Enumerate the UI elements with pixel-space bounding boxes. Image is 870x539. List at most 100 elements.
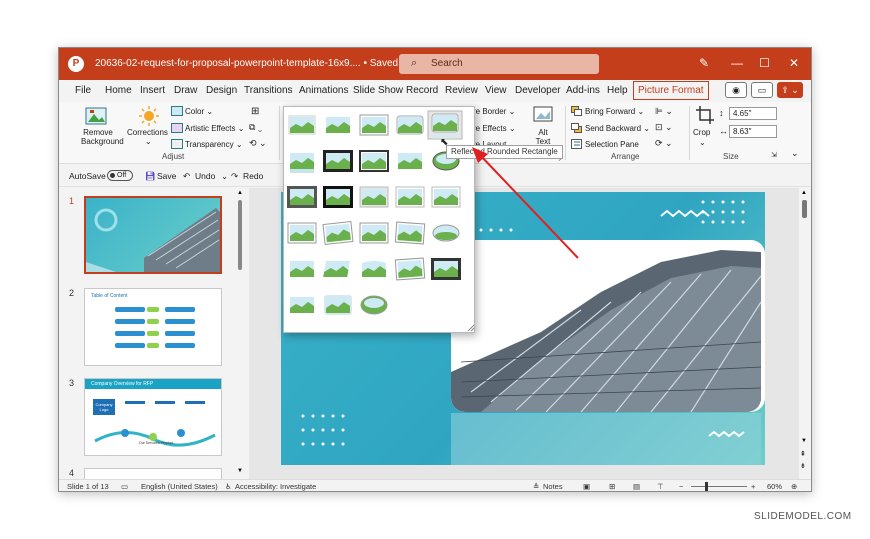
selection-pane-button[interactable]: Selection Pane bbox=[585, 140, 639, 149]
transparency-button[interactable]: Transparency ⌄ bbox=[185, 140, 243, 149]
collapse-ribbon-icon[interactable]: ⌄ bbox=[791, 148, 799, 159]
corrections-button[interactable]: Corrections bbox=[127, 128, 168, 137]
slide-3-product-label: Our Services/ Product bbox=[139, 441, 174, 445]
panel-scroll-thumb[interactable] bbox=[238, 200, 242, 270]
minimize-button[interactable]: — bbox=[731, 56, 743, 70]
fit-to-window-icon[interactable]: ⊕ bbox=[791, 482, 797, 491]
slide-sorter-icon[interactable]: ⊞ bbox=[609, 482, 615, 491]
next-slide-icon[interactable]: ⇟ bbox=[800, 462, 806, 470]
share-button[interactable]: ⇪ ⌄ bbox=[777, 82, 803, 98]
pen-icon[interactable]: ✎ bbox=[699, 56, 709, 70]
maximize-button[interactable]: ☐ bbox=[759, 56, 770, 70]
tab-transitions[interactable]: Transitions bbox=[244, 85, 293, 96]
redo-button[interactable]: Redo bbox=[243, 171, 263, 181]
width-icon: ↔ bbox=[719, 126, 728, 136]
alt-text-icon bbox=[533, 106, 553, 122]
normal-view-icon[interactable]: ▣ bbox=[583, 482, 590, 491]
panel-scrollbar[interactable]: ▲ ▼ bbox=[236, 188, 244, 480]
autosave-toggle[interactable]: Off bbox=[107, 170, 133, 182]
picture-effects-button[interactable]: re Effects ⌄ bbox=[473, 124, 516, 133]
align-icon[interactable]: ⊫ ⌄ bbox=[655, 106, 673, 117]
slide-scroll-up-icon[interactable]: ▲ bbox=[801, 190, 807, 196]
slide-thumbnail-2[interactable]: Table of Content bbox=[84, 288, 222, 366]
language-status[interactable]: English (United States) bbox=[141, 482, 218, 491]
transparency-icon bbox=[171, 139, 183, 149]
slide-2-title: Table of Content bbox=[91, 293, 128, 299]
slide-scroll-down-icon[interactable]: ▼ bbox=[801, 438, 807, 444]
ribbon-separator bbox=[689, 106, 690, 160]
zoom-slider[interactable] bbox=[691, 486, 747, 487]
remove-background-button[interactable]: Remove Background bbox=[81, 128, 124, 146]
reading-view-icon[interactable]: ▤ bbox=[633, 482, 640, 491]
style-reflected-rounded-rectangle[interactable] bbox=[428, 111, 462, 139]
tab-file[interactable]: File bbox=[75, 85, 91, 96]
compress-pictures-icon[interactable]: ⊞ bbox=[251, 106, 259, 117]
change-picture-icon[interactable]: ⧉ ⌄ bbox=[249, 122, 262, 133]
reset-picture-icon[interactable]: ⟲ ⌄ bbox=[249, 138, 267, 149]
corrections-icon bbox=[139, 106, 159, 126]
slideshow-icon[interactable]: ⊤ bbox=[657, 482, 664, 491]
crop-button[interactable]: Crop bbox=[693, 128, 710, 137]
close-button[interactable]: ✕ bbox=[789, 56, 799, 70]
notes-button[interactable]: Notes bbox=[543, 482, 563, 491]
slide-scroll-thumb[interactable] bbox=[802, 200, 807, 218]
undo-dropdown-icon[interactable]: ⌄ bbox=[221, 171, 228, 182]
tab-design[interactable]: Design bbox=[206, 85, 237, 96]
scroll-up-icon[interactable]: ▲ bbox=[237, 190, 243, 196]
tab-home[interactable]: Home bbox=[105, 85, 132, 96]
tab-help[interactable]: Help bbox=[607, 85, 628, 96]
previous-slide-icon[interactable]: ⇞ bbox=[800, 450, 806, 458]
ribbon-tabs: File Home Insert Draw Design Transitions… bbox=[59, 80, 811, 102]
color-button[interactable]: Color ⌄ bbox=[185, 107, 213, 116]
ribbon-separator bbox=[279, 106, 280, 160]
tab-add-ins[interactable]: Add-ins bbox=[566, 85, 600, 96]
status-bar: Slide 1 of 13 ▭ English (United States) … bbox=[59, 479, 811, 491]
bring-forward-button[interactable]: Bring Forward ⌄ bbox=[585, 107, 644, 116]
send-backward-button[interactable]: Send Backward ⌄ bbox=[585, 124, 650, 133]
slide-1-preview bbox=[86, 208, 220, 272]
tab-developer[interactable]: Developer bbox=[515, 85, 561, 96]
tab-animations[interactable]: Animations bbox=[299, 85, 348, 96]
crop-dropdown-icon[interactable]: ⌄ bbox=[699, 138, 706, 147]
rotate-icon[interactable]: ⟳ ⌄ bbox=[655, 138, 673, 149]
save-button[interactable]: Save bbox=[157, 171, 176, 181]
size-dialog-launcher-icon[interactable]: ⇲ bbox=[771, 151, 777, 159]
slide-thumbnail-1[interactable] bbox=[84, 196, 222, 274]
tab-view[interactable]: View bbox=[485, 85, 507, 96]
tab-slide-show[interactable]: Slide Show bbox=[353, 85, 403, 96]
zoom-slider-thumb[interactable] bbox=[705, 482, 708, 491]
corrections-dropdown-icon[interactable]: ⌄ bbox=[145, 137, 152, 146]
record-icon[interactable]: ◉ bbox=[725, 82, 747, 98]
spelling-icon[interactable]: ▭ bbox=[121, 482, 128, 491]
tab-insert[interactable]: Insert bbox=[140, 85, 165, 96]
alt-text-button[interactable]: Alt Text bbox=[535, 128, 551, 146]
slide-number: 1 bbox=[69, 196, 75, 206]
tab-record[interactable]: Record bbox=[406, 85, 438, 96]
zoom-level[interactable]: 60% bbox=[767, 482, 782, 491]
slide-thumbnail-3[interactable]: Company Overview for RFP Company Logo Ou… bbox=[84, 378, 222, 456]
zoom-in-button[interactable]: + bbox=[751, 482, 755, 491]
undo-button[interactable]: Undo bbox=[195, 171, 215, 181]
search-box[interactable]: ⌕ Search bbox=[399, 54, 599, 74]
slide-scrollbar[interactable]: ▲ ▼ ⇞ ⇟ bbox=[799, 188, 811, 480]
scroll-down-icon[interactable]: ▼ bbox=[237, 468, 243, 474]
picture-border-button[interactable]: re Border ⌄ bbox=[473, 107, 515, 116]
tab-picture-format[interactable]: Picture Format bbox=[633, 81, 709, 100]
title-bar: P 20636-02-request-for-proposal-powerpoi… bbox=[59, 48, 811, 80]
group-icon[interactable]: ⊡ ⌄ bbox=[655, 122, 673, 133]
slide-3-logo-box: Company Logo bbox=[93, 399, 115, 415]
width-input[interactable]: 8.63" bbox=[729, 125, 777, 138]
powerpoint-logo-icon: P bbox=[68, 56, 84, 72]
zoom-out-button[interactable]: − bbox=[679, 482, 683, 491]
slide-thumbnail-panel: 1 2 Table of Content 3 Company Overview … bbox=[59, 188, 239, 480]
slide-count[interactable]: Slide 1 of 13 bbox=[67, 482, 109, 491]
tab-review[interactable]: Review bbox=[445, 85, 478, 96]
height-input[interactable]: 4.65" bbox=[729, 107, 777, 120]
accessibility-status[interactable]: Accessibility: Investigate bbox=[235, 482, 316, 491]
tab-draw[interactable]: Draw bbox=[174, 85, 197, 96]
comments-icon[interactable]: ▭ bbox=[751, 82, 773, 98]
notes-icon: ≜ bbox=[533, 482, 540, 491]
search-icon: ⌕ bbox=[411, 57, 418, 69]
artistic-effects-button[interactable]: Artistic Effects ⌄ bbox=[185, 124, 244, 133]
style-tooltip: Reflected Rounded Rectangle bbox=[446, 145, 563, 159]
